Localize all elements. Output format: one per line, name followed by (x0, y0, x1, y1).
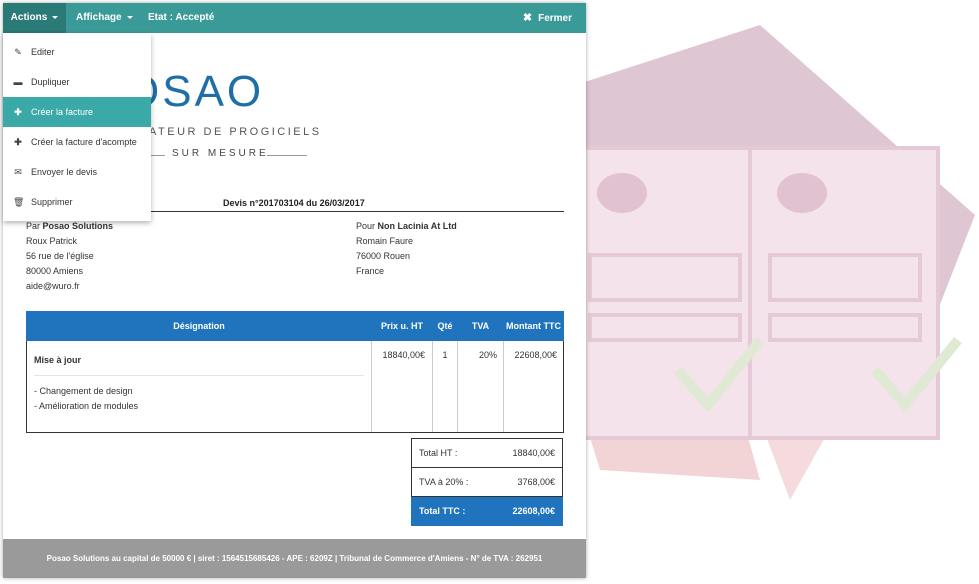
item-detail: - Amélioration de modules (34, 401, 139, 411)
plus-icon: ✚ (14, 137, 22, 147)
sender-line: Par Posao Solutions (26, 219, 113, 234)
actions-label: Actions (10, 12, 48, 23)
affichage-button[interactable]: Affichage (76, 3, 133, 33)
actions-dropdown-menu: ✎ Editer ▬ Dupliquer ✚ Créer la facture … (3, 33, 151, 221)
total-ttc-row: Total TTC : 22608,00€ (411, 497, 563, 526)
recipient-company: Non Lacinia At Ltd (377, 221, 457, 231)
pencil-icon: ✎ (14, 47, 22, 57)
menu-item-creer-facture[interactable]: ✚ Créer la facture (3, 97, 151, 127)
close-icon: ✖ (522, 12, 533, 24)
amount-cell: 22608,00€ (503, 340, 564, 433)
plus-icon: ✚ (14, 107, 22, 117)
table-row: Mise à jour - Changement de design - Amé… (26, 340, 564, 433)
header-tva: TVA (457, 311, 504, 341)
sender-line: 56 rue de l'église (26, 251, 94, 261)
menu-item-editer[interactable]: ✎ Editer (3, 37, 151, 67)
menu-item-label: Supprimer (31, 197, 73, 207)
logo-tagline-sub: SUR MESURE (172, 148, 269, 159)
menu-item-label: Créer la facture d'acompte (31, 137, 137, 147)
header-prix: Prix u. HT (371, 311, 433, 341)
sender-line: Roux Patrick (26, 236, 78, 246)
caret-down-icon (52, 15, 59, 19)
total-tva-value: 3768,00€ (517, 477, 555, 487)
total-ht-row: Total HT : 18840,00€ (411, 438, 563, 468)
tva-cell: 20% (457, 340, 504, 433)
recipient-line: Romain Faure (356, 236, 414, 246)
menu-item-label: Créer la facture (31, 107, 94, 117)
menu-item-label: Editer (31, 47, 55, 57)
menu-item-label: Dupliquer (31, 77, 70, 87)
total-ht-label: Total HT : (419, 448, 458, 458)
item-title: Mise à jour (34, 355, 364, 376)
items-table: Désignation Prix u. HT Qté TVA Montant T… (26, 311, 564, 433)
menu-item-label: Envoyer le devis (31, 167, 98, 177)
sender-line: 80000 Amiens (26, 266, 84, 276)
devis-title: Devis n°201703104 du 26/03/2017 (223, 198, 365, 208)
trash-icon: 🗑 (13, 197, 25, 207)
price-cell: 18840,00€ (371, 340, 433, 433)
total-tva-row: TVA à 20% : 3768,00€ (411, 468, 563, 497)
sender-prefix: Par (26, 221, 41, 231)
total-ttc-value: 22608,00€ (512, 506, 555, 516)
sender-address: Par Posao Solutions Roux Patrick 56 rue … (26, 219, 113, 294)
etat-label: Etat : Accepté (148, 12, 215, 23)
item-detail: - Changement de design (34, 386, 133, 396)
sender-email: aide@wuro.fr (26, 281, 80, 291)
actions-button[interactable]: Actions (3, 3, 66, 33)
qty-cell: 1 (432, 340, 458, 433)
header-designation: Désignation (26, 311, 372, 341)
recipient-address: Pour Non Lacinia At Ltd Romain Faure 760… (356, 219, 457, 279)
recipient-line: Pour Non Lacinia At Ltd (356, 219, 457, 234)
fermer-label: Fermer (538, 13, 572, 24)
header-montant: Montant TTC (503, 311, 564, 341)
menu-item-creer-facture-acompte[interactable]: ✚ Créer la facture d'acompte (3, 127, 151, 157)
recipient-line: 76000 Rouen (356, 251, 411, 261)
table-header-row: Désignation Prix u. HT Qté TVA Montant T… (26, 311, 564, 341)
document-footer: Posao Solutions au capital de 50000 € | … (3, 539, 586, 578)
totals-box: Total HT : 18840,00€ TVA à 20% : 3768,00… (411, 438, 563, 526)
logo-tagline: ATEUR DE PROGICIELS (149, 126, 322, 138)
toolbar: Actions Affichage Etat : Accepté ✖ Fermer (3, 3, 586, 33)
fermer-button[interactable]: ✖ Fermer (523, 3, 572, 33)
sender-company: Posao Solutions (42, 221, 114, 231)
total-ht-value: 18840,00€ (512, 448, 555, 458)
total-tva-label: TVA à 20% : (419, 477, 469, 487)
menu-item-envoyer-devis[interactable]: ✉ Envoyer le devis (3, 157, 151, 187)
designation-cell: Mise à jour - Changement de design - Amé… (26, 340, 372, 433)
header-qte: Qté (432, 311, 458, 341)
menu-item-dupliquer[interactable]: ▬ Dupliquer (3, 67, 151, 97)
recipient-line: France (356, 266, 385, 276)
caret-down-icon (126, 15, 133, 19)
affichage-label: Affichage (76, 12, 122, 23)
duplicate-icon: ▬ (13, 77, 23, 87)
recipient-prefix: Pour (356, 221, 376, 231)
total-ttc-label: Total TTC : (419, 506, 466, 516)
envelope-icon: ✉ (14, 167, 22, 177)
etat-status[interactable]: Etat : Accepté (148, 3, 214, 33)
menu-item-supprimer[interactable]: 🗑 Supprimer (3, 187, 151, 217)
logo-divider (267, 155, 307, 156)
